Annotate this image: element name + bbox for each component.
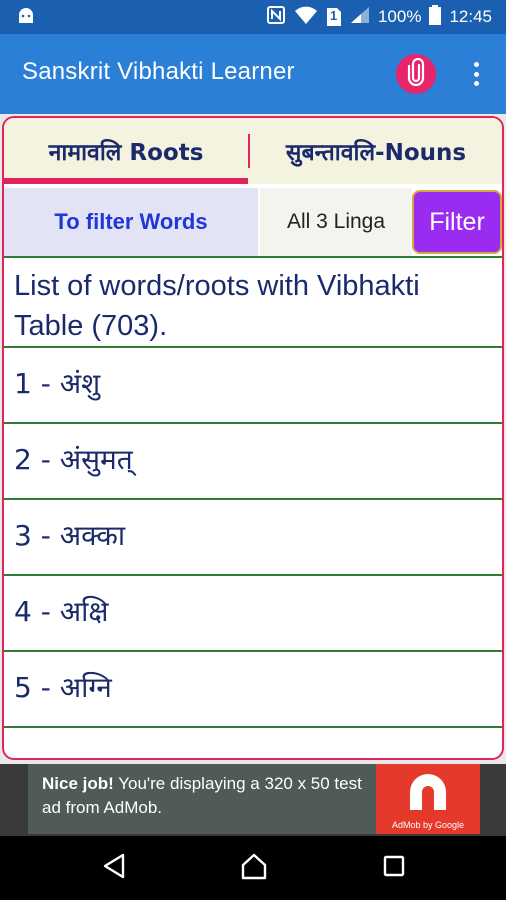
word-list: 1 - अंशु 2 - अंसुमत् 3 - अक्का 4 - अक्षि… bbox=[4, 346, 502, 758]
clock: 12:45 bbox=[449, 7, 492, 26]
home-icon bbox=[239, 852, 269, 884]
main-card: नामावलि Roots सुबन्तावलि-Nouns To filter… bbox=[2, 116, 504, 760]
list-item-label: 2 - अंसुमत् bbox=[14, 443, 133, 476]
sim-badge: 1 bbox=[329, 8, 338, 23]
battery-icon bbox=[429, 4, 442, 30]
back-button[interactable] bbox=[96, 850, 132, 886]
list-item[interactable]: 5 - अग्नि bbox=[4, 650, 502, 726]
back-icon bbox=[101, 852, 127, 884]
sim-icon: 1 bbox=[326, 7, 342, 27]
list-item-label: 5 - अग्नि bbox=[14, 671, 112, 704]
app-bar: Sanskrit Vibhakti Learner bbox=[0, 34, 506, 114]
list-item[interactable] bbox=[4, 726, 502, 758]
recents-button[interactable] bbox=[376, 850, 412, 886]
admob-logo: AdMob by Google bbox=[376, 764, 480, 834]
ad-text: Nice job! You're displaying a 320 x 50 t… bbox=[42, 772, 372, 820]
ad-bold-text: Nice job! bbox=[42, 774, 114, 793]
admob-icon bbox=[410, 774, 446, 810]
recents-icon bbox=[382, 854, 406, 882]
status-bar: 1 100% 12:45 bbox=[0, 0, 506, 34]
list-item[interactable]: 2 - अंसुमत् bbox=[4, 422, 502, 498]
signal-icon bbox=[350, 6, 370, 29]
nav-bar bbox=[0, 836, 506, 900]
list-item-label: 3 - अक्का bbox=[14, 519, 126, 552]
list-item-label: 4 - अक्षि bbox=[14, 595, 109, 628]
list-item-label: 1 - अंशु bbox=[14, 367, 101, 400]
divider bbox=[4, 256, 502, 258]
list-item[interactable]: 4 - अक्षि bbox=[4, 574, 502, 650]
tab-roots[interactable]: नामावलि Roots bbox=[4, 118, 248, 184]
tab-bar: नामावलि Roots सुबन्तावलि-Nouns bbox=[4, 118, 502, 184]
list-item[interactable]: 3 - अक्का bbox=[4, 498, 502, 574]
list-header: List of words/roots with Vibhakti Table … bbox=[14, 270, 420, 342]
attach-button[interactable] bbox=[396, 54, 436, 94]
admob-brand: AdMob by Google bbox=[391, 820, 465, 830]
list-item[interactable]: 1 - अंशु bbox=[4, 346, 502, 422]
filter-label: To filter Words bbox=[4, 188, 258, 256]
linga-dropdown[interactable]: All 3 Linga bbox=[260, 188, 412, 256]
home-button[interactable] bbox=[236, 850, 272, 886]
more-vert-icon bbox=[473, 62, 479, 67]
filter-bar: To filter Words All 3 Linga Filter bbox=[4, 188, 502, 256]
tab-nouns[interactable]: सुबन्तावलि-Nouns bbox=[250, 118, 502, 184]
filter-button[interactable]: Filter bbox=[412, 190, 502, 254]
battery-percent: 100% bbox=[377, 7, 422, 26]
tab-indicator bbox=[4, 178, 248, 184]
nfc-icon bbox=[266, 5, 286, 30]
ad-banner[interactable]: Nice job! You're displaying a 320 x 50 t… bbox=[28, 764, 480, 834]
overflow-menu-button[interactable] bbox=[466, 56, 486, 92]
android-icon bbox=[16, 7, 36, 29]
wifi-icon bbox=[294, 5, 318, 30]
app-title: Sanskrit Vibhakti Learner bbox=[22, 58, 295, 85]
paperclip-icon bbox=[407, 57, 425, 90]
